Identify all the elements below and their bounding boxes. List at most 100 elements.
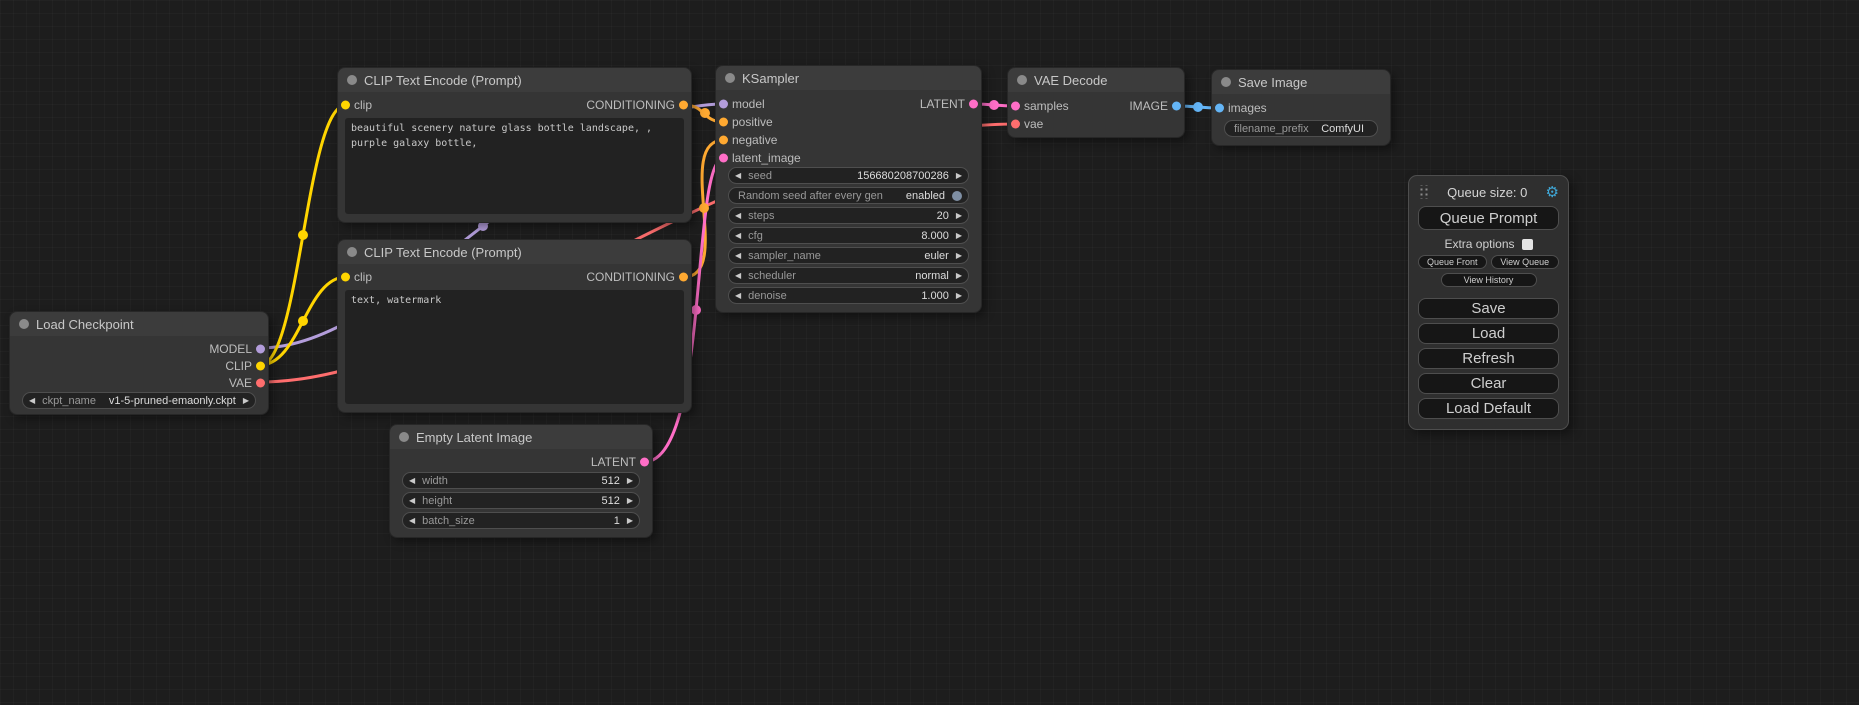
- decrement-arrow-icon[interactable]: ◀: [409, 517, 415, 525]
- link-dot: [691, 305, 701, 315]
- decrement-arrow-icon[interactable]: ◀: [735, 292, 741, 300]
- widget-value: 512: [601, 475, 619, 487]
- increment-arrow-icon[interactable]: ▶: [956, 172, 962, 180]
- widget-value: 512: [601, 495, 619, 507]
- comfyui-canvas[interactable]: { "colors": { "model": "#B39DDB", "clip"…: [0, 0, 1859, 705]
- ckpt-name-widget[interactable]: ◀ ckpt_name v1-5-pruned-emaonly.ckpt ▶: [22, 392, 256, 409]
- node-load-checkpoint[interactable]: Load Checkpoint MODEL CLIP VAE ◀ ckpt_na…: [10, 312, 268, 414]
- batch-size-widget[interactable]: ◀ batch_size 1 ▶: [402, 512, 640, 529]
- widget-value: ComfyUI: [1321, 123, 1364, 135]
- widget-label: filename_prefix: [1234, 123, 1309, 135]
- node-vae-decode[interactable]: VAE Decode samples IMAGE vae: [1008, 68, 1184, 137]
- clip-input-slot[interactable]: [341, 273, 350, 282]
- node-empty-latent-image[interactable]: Empty Latent Image LATENT ◀ width 512 ▶ …: [390, 425, 652, 537]
- node-title-bar[interactable]: Save Image: [1212, 70, 1390, 94]
- image-output-slot[interactable]: [1172, 102, 1181, 111]
- clear-button[interactable]: Clear: [1418, 373, 1559, 394]
- node-title-bar[interactable]: Empty Latent Image: [390, 425, 652, 449]
- samples-input-slot[interactable]: [1011, 102, 1020, 111]
- filename-prefix-widget[interactable]: filename_prefix ComfyUI: [1224, 120, 1378, 137]
- input-label-latent-image: latent_image: [732, 151, 801, 165]
- clip-output-slot[interactable]: [256, 361, 265, 370]
- conditioning-output-slot[interactable]: [679, 273, 688, 282]
- images-input-slot[interactable]: [1215, 104, 1224, 113]
- output-label-model: MODEL: [209, 342, 252, 356]
- increment-arrow-icon[interactable]: ▶: [956, 292, 962, 300]
- decrement-arrow-icon[interactable]: ◀: [409, 477, 415, 485]
- decrement-arrow-icon[interactable]: ◀: [29, 397, 35, 405]
- collapse-dot-icon[interactable]: [1017, 75, 1027, 85]
- increment-arrow-icon[interactable]: ▶: [627, 497, 633, 505]
- model-output-slot[interactable]: [256, 344, 265, 353]
- model-input-slot[interactable]: [719, 100, 728, 109]
- collapse-dot-icon[interactable]: [399, 432, 409, 442]
- increment-arrow-icon[interactable]: ▶: [956, 212, 962, 220]
- scheduler-widget[interactable]: ◀ scheduler normal ▶: [728, 267, 969, 284]
- node-title-bar[interactable]: KSampler: [716, 66, 981, 90]
- decrement-arrow-icon[interactable]: ◀: [735, 252, 741, 260]
- increment-arrow-icon[interactable]: ▶: [956, 272, 962, 280]
- increment-arrow-icon[interactable]: ▶: [627, 517, 633, 525]
- negative-input-slot[interactable]: [719, 136, 728, 145]
- decrement-arrow-icon[interactable]: ◀: [735, 232, 741, 240]
- node-title-bar[interactable]: Load Checkpoint: [10, 312, 268, 336]
- denoise-widget[interactable]: ◀ denoise 1.000 ▶: [728, 287, 969, 304]
- widget-label: seed: [748, 170, 772, 182]
- refresh-button[interactable]: Refresh: [1418, 348, 1559, 369]
- collapse-dot-icon[interactable]: [347, 247, 357, 257]
- prompt-textarea[interactable]: beautiful scenery nature glass bottle la…: [345, 118, 684, 214]
- wire-clip-positive: [260, 105, 346, 365]
- latent-output-slot[interactable]: [969, 100, 978, 109]
- collapse-dot-icon[interactable]: [347, 75, 357, 85]
- queue-front-button[interactable]: Queue Front: [1418, 255, 1487, 269]
- increment-arrow-icon[interactable]: ▶: [956, 232, 962, 240]
- clip-input-slot[interactable]: [341, 101, 350, 110]
- save-button[interactable]: Save: [1418, 298, 1559, 319]
- toggle-knob-icon[interactable]: [952, 191, 962, 201]
- increment-arrow-icon[interactable]: ▶: [243, 397, 249, 405]
- vae-output-slot[interactable]: [256, 378, 265, 387]
- decrement-arrow-icon[interactable]: ◀: [735, 272, 741, 280]
- view-history-button[interactable]: View History: [1441, 273, 1537, 287]
- load-button[interactable]: Load: [1418, 323, 1559, 344]
- link-dot: [699, 203, 709, 213]
- view-queue-button[interactable]: View Queue: [1491, 255, 1560, 269]
- collapse-dot-icon[interactable]: [19, 319, 29, 329]
- conditioning-output-slot[interactable]: [679, 101, 688, 110]
- prompt-textarea[interactable]: text, watermark: [345, 290, 684, 404]
- extra-options-checkbox[interactable]: [1522, 239, 1533, 250]
- steps-widget[interactable]: ◀ steps 20 ▶: [728, 207, 969, 224]
- collapse-dot-icon[interactable]: [725, 73, 735, 83]
- latent-image-input-slot[interactable]: [719, 154, 728, 163]
- increment-arrow-icon[interactable]: ▶: [627, 477, 633, 485]
- node-clip-text-encode-negative[interactable]: CLIP Text Encode (Prompt) clip CONDITION…: [338, 240, 691, 412]
- seed-widget[interactable]: ◀ seed 156680208700286 ▶: [728, 167, 969, 184]
- sampler-name-widget[interactable]: ◀ sampler_name euler ▶: [728, 247, 969, 264]
- drag-handle-icon[interactable]: [1418, 185, 1429, 199]
- latent-output-slot[interactable]: [640, 458, 649, 467]
- decrement-arrow-icon[interactable]: ◀: [735, 172, 741, 180]
- decrement-arrow-icon[interactable]: ◀: [735, 212, 741, 220]
- collapse-dot-icon[interactable]: [1221, 77, 1231, 87]
- output-label-conditioning: CONDITIONING: [586, 98, 675, 112]
- cfg-widget[interactable]: ◀ cfg 8.000 ▶: [728, 227, 969, 244]
- increment-arrow-icon[interactable]: ▶: [956, 252, 962, 260]
- width-widget[interactable]: ◀ width 512 ▶: [402, 472, 640, 489]
- node-title-bar[interactable]: CLIP Text Encode (Prompt): [338, 68, 691, 92]
- load-default-button[interactable]: Load Default: [1418, 398, 1559, 419]
- input-label-samples: samples: [1024, 99, 1069, 113]
- positive-input-slot[interactable]: [719, 118, 728, 127]
- decrement-arrow-icon[interactable]: ◀: [409, 497, 415, 505]
- height-widget[interactable]: ◀ height 512 ▶: [402, 492, 640, 509]
- node-title-bar[interactable]: CLIP Text Encode (Prompt): [338, 240, 691, 264]
- node-ksampler[interactable]: KSampler model LATENT positive negative …: [716, 66, 981, 312]
- node-title-bar[interactable]: VAE Decode: [1008, 68, 1184, 92]
- node-clip-text-encode-positive[interactable]: CLIP Text Encode (Prompt) clip CONDITION…: [338, 68, 691, 222]
- input-label-positive: positive: [732, 115, 773, 129]
- node-save-image[interactable]: Save Image images filename_prefix ComfyU…: [1212, 70, 1390, 145]
- settings-gear-icon[interactable]: ⚙: [1546, 185, 1559, 200]
- output-label-image: IMAGE: [1129, 99, 1168, 113]
- random-seed-toggle-widget[interactable]: Random seed after every gen enabled: [728, 187, 969, 204]
- queue-prompt-button[interactable]: Queue Prompt: [1418, 206, 1559, 230]
- vae-input-slot[interactable]: [1011, 120, 1020, 129]
